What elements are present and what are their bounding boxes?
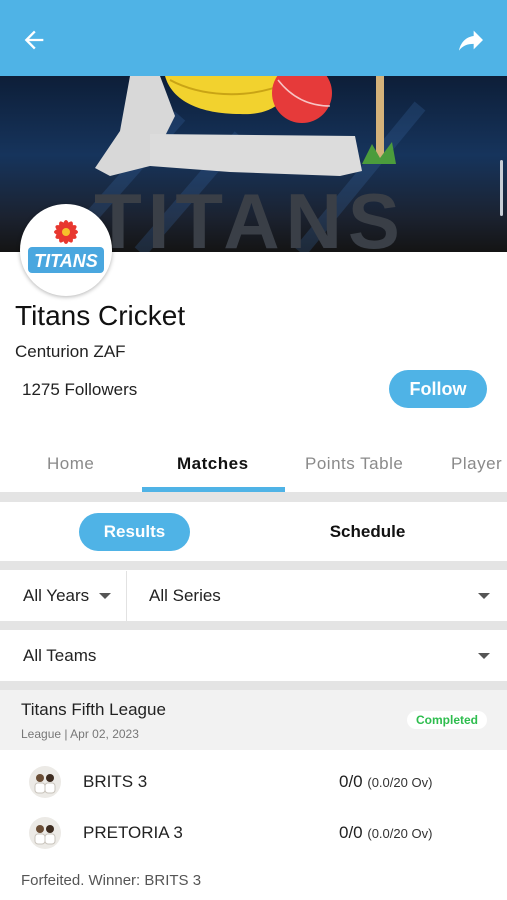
tab-matches[interactable]: Matches xyxy=(177,454,249,474)
follow-button[interactable]: Follow xyxy=(389,370,487,408)
followers-count: 1275 Followers xyxy=(22,380,138,399)
team-avatar-icon xyxy=(29,817,61,849)
divider xyxy=(0,561,507,570)
app-bar xyxy=(0,0,507,76)
overs: (0.0/20 Ov) xyxy=(367,826,433,841)
team-name: Titans Cricket xyxy=(15,300,186,331)
banner-text: TITANS xyxy=(94,177,406,252)
status-badge: Completed xyxy=(406,711,487,729)
years-dropdown-label: All Years xyxy=(23,586,90,605)
share-icon[interactable] xyxy=(455,24,487,56)
divider xyxy=(0,621,507,630)
overs: (0.0/20 Ov) xyxy=(367,775,433,790)
team-avatar-icon xyxy=(29,766,61,798)
chevron-down-icon xyxy=(99,593,112,599)
tab-home[interactable]: Home xyxy=(47,454,94,474)
runs-wickets: 0/0 xyxy=(339,772,363,791)
series-dropdown-label: All Series xyxy=(149,586,221,605)
teams-dropdown-label: All Teams xyxy=(23,646,97,665)
team-score: 0/0 (0.0/20 Ov) xyxy=(339,772,432,792)
schedule-button[interactable]: Schedule xyxy=(312,513,423,551)
series-dropdown[interactable]: All Series xyxy=(127,571,507,621)
chevron-down-icon xyxy=(478,653,490,659)
tab-bar: Home Matches Points Table Player xyxy=(0,440,507,492)
team-score-row[interactable]: BRITS 3 0/0 (0.0/20 Ov) xyxy=(0,762,507,802)
arrow-left-icon[interactable] xyxy=(20,26,48,54)
divider xyxy=(0,681,507,690)
tab-players[interactable]: Player xyxy=(451,454,502,474)
team-logo: TITANS xyxy=(20,204,112,296)
years-dropdown[interactable]: All Years xyxy=(0,571,126,621)
team-score-row[interactable]: PRETORIA 3 0/0 (0.0/20 Ov) xyxy=(0,813,507,853)
scroll-thumb[interactable] xyxy=(500,160,503,216)
teams-dropdown[interactable]: All Teams xyxy=(0,631,507,681)
team-name-label: BRITS 3 xyxy=(83,772,148,791)
results-button[interactable]: Results xyxy=(79,513,190,551)
divider xyxy=(0,492,507,502)
league-title: Titans Fifth League xyxy=(21,700,166,719)
team-location: Centurion ZAF xyxy=(15,342,126,361)
runs-wickets: 0/0 xyxy=(339,823,363,842)
match-card-header[interactable]: Titans Fifth League League | Apr 02, 202… xyxy=(0,690,507,750)
team-name-label: PRETORIA 3 xyxy=(83,823,183,842)
chevron-down-icon xyxy=(478,593,490,599)
logo-text: TITANS xyxy=(34,251,98,271)
team-score: 0/0 (0.0/20 Ov) xyxy=(339,823,432,843)
match-meta: League | Apr 02, 2023 xyxy=(21,727,139,741)
match-result: Forfeited. Winner: BRITS 3 xyxy=(21,872,202,889)
tab-points-table[interactable]: Points Table xyxy=(305,454,403,474)
